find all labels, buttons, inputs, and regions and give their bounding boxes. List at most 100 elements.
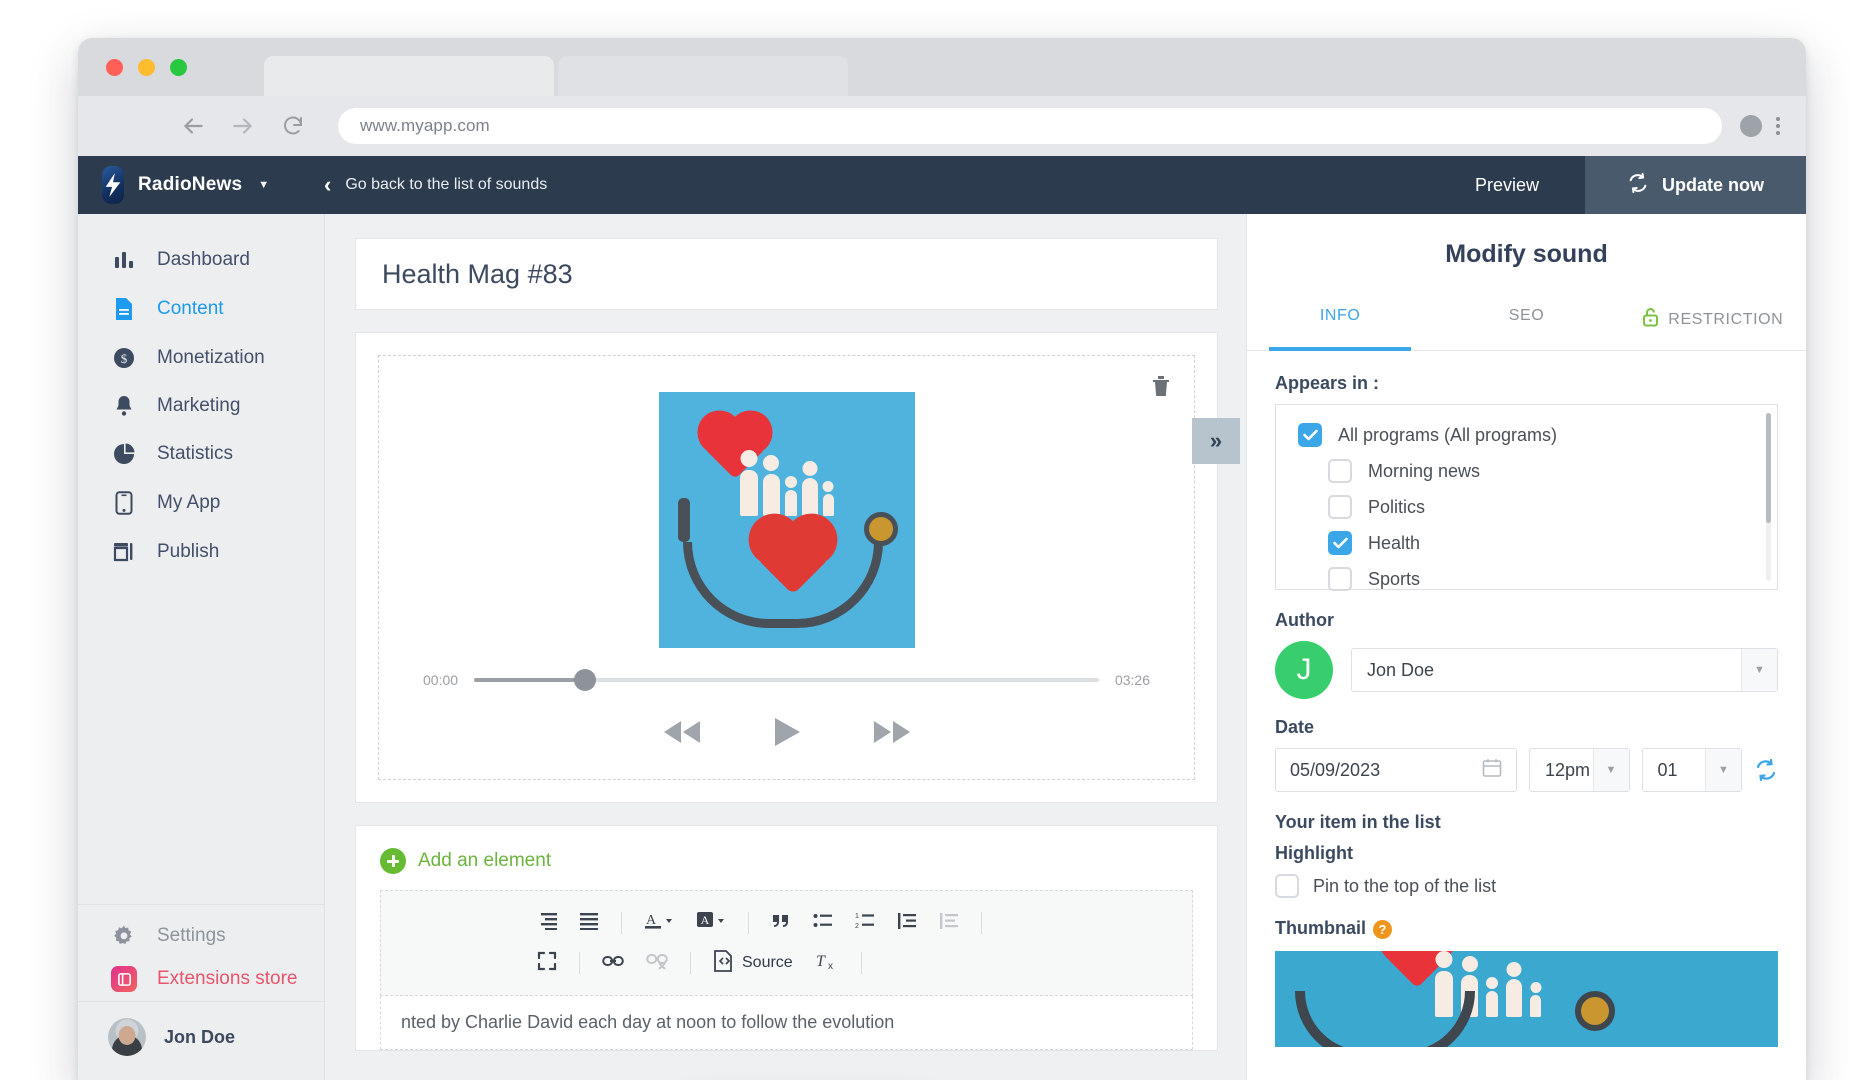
app-topbar: RadioNews ▼ ‹ Go back to the list of sou…: [78, 156, 1806, 214]
toolbar-row-1: A A: [395, 903, 1178, 943]
sidebar-item-statistics[interactable]: Statistics: [78, 430, 324, 478]
thumbnail-preview[interactable]: [1275, 951, 1778, 1047]
tab-restriction[interactable]: RESTRICTION: [1620, 291, 1806, 350]
forward-arrow-icon[interactable]: [220, 103, 266, 149]
help-icon[interactable]: ?: [1373, 920, 1392, 939]
minute-select[interactable]: 01 ▼: [1642, 748, 1743, 792]
sidebar-item-content[interactable]: Content: [78, 284, 324, 334]
sound-title-field[interactable]: Health Mag #83: [355, 238, 1218, 310]
tab-seo[interactable]: SEO: [1433, 291, 1619, 350]
program-row[interactable]: Morning news: [1276, 453, 1777, 489]
list-section-label: Your item in the list: [1275, 812, 1778, 833]
toolbar-divider: [579, 952, 580, 974]
checkbox-icon[interactable]: [1275, 874, 1299, 898]
chevron-left-icon: ‹: [324, 174, 331, 196]
add-element-label: Add an element: [418, 850, 551, 872]
sidebar-user-row[interactable]: Jon Doe: [78, 1001, 324, 1076]
sidebar-item-extensions-store[interactable]: Extensions store: [78, 957, 324, 1001]
source-button[interactable]: Source: [713, 950, 793, 977]
preview-button[interactable]: Preview: [1429, 156, 1585, 214]
back-arrow-icon[interactable]: [170, 103, 216, 149]
appears-in-label: Appears in :: [1275, 373, 1778, 394]
checkbox-checked-icon[interactable]: [1298, 423, 1322, 447]
programs-scrollbar[interactable]: [1766, 413, 1771, 581]
program-row[interactable]: All programs (All programs): [1276, 417, 1777, 453]
window-controls[interactable]: [106, 59, 187, 76]
sidebar-item-label: Dashboard: [157, 249, 250, 271]
remove-format-icon[interactable]: Tx: [815, 950, 839, 977]
align-right-icon[interactable]: [537, 912, 557, 935]
checkbox-checked-icon[interactable]: [1328, 531, 1352, 555]
maximize-window-button[interactable]: [170, 59, 187, 76]
browser-tab-active[interactable]: [264, 56, 554, 96]
svg-text:T: T: [816, 953, 826, 970]
sidebar-item-publish[interactable]: Publish: [78, 528, 324, 576]
increase-indent-icon[interactable]: [897, 912, 917, 935]
collapse-panel-button[interactable]: »: [1192, 418, 1240, 464]
svg-text:A: A: [701, 913, 710, 927]
date-input[interactable]: 05/09/2023: [1275, 748, 1517, 792]
sidebar-item-label: My App: [157, 492, 220, 514]
url-input[interactable]: www.myapp.com: [338, 108, 1722, 144]
sidebar-item-label: Extensions store: [157, 968, 297, 990]
pin-row[interactable]: Pin to the top of the list: [1275, 874, 1778, 898]
background-color-icon[interactable]: A: [696, 910, 726, 937]
rewind-icon[interactable]: [662, 719, 702, 750]
play-icon[interactable]: [772, 716, 802, 753]
checkbox-icon[interactable]: [1328, 495, 1352, 519]
duration-label: 03:26: [1115, 672, 1150, 688]
close-window-button[interactable]: [106, 59, 123, 76]
sidebar-item-monetization[interactable]: $ Monetization: [78, 334, 324, 382]
chevron-down-icon[interactable]: ▼: [258, 179, 269, 191]
text-color-icon[interactable]: A: [644, 910, 674, 937]
modify-sound-panel: Modify sound INFO SEO RESTRICTION: [1246, 214, 1806, 1080]
browser-profile-icon[interactable]: [1740, 115, 1762, 137]
sidebar-item-dashboard[interactable]: Dashboard: [78, 236, 324, 284]
program-row[interactable]: Politics: [1276, 489, 1777, 525]
sidebar-user-name: Jon Doe: [164, 1027, 235, 1048]
align-justify-icon[interactable]: [579, 912, 599, 935]
hour-select[interactable]: 12pm ▼: [1529, 748, 1630, 792]
unlock-icon: [1642, 307, 1659, 332]
update-now-button[interactable]: Update now: [1585, 156, 1806, 214]
browser-tab-inactive[interactable]: [558, 56, 848, 96]
brand-block[interactable]: RadioNews ▼: [78, 166, 268, 204]
minimize-window-button[interactable]: [138, 59, 155, 76]
audio-progress[interactable]: 00:00 03:26: [401, 672, 1172, 688]
checkbox-icon[interactable]: [1328, 567, 1352, 591]
numbered-list-icon[interactable]: 12: [855, 912, 875, 935]
chevron-down-icon[interactable]: ▼: [1741, 649, 1777, 691]
program-row[interactable]: Health: [1276, 525, 1777, 561]
calendar-icon[interactable]: [1482, 758, 1502, 783]
link-icon[interactable]: [602, 953, 624, 974]
trash-icon[interactable]: [1150, 374, 1172, 403]
program-row[interactable]: Sports: [1276, 561, 1777, 597]
programs-list: All programs (All programs) Morning news…: [1275, 404, 1778, 590]
stethoscope-bell: [1575, 991, 1615, 1031]
sidebar-item-my-app[interactable]: My App: [78, 478, 324, 528]
sidebar-item-marketing[interactable]: Marketing: [78, 382, 324, 430]
fast-forward-icon[interactable]: [872, 719, 912, 750]
storefront-icon: [111, 542, 137, 562]
bulleted-list-icon[interactable]: [813, 912, 833, 935]
sidebar-item-settings[interactable]: Settings: [78, 915, 324, 957]
extensions-store-icon: [111, 966, 137, 992]
reload-icon[interactable]: [270, 103, 316, 149]
maximize-icon[interactable]: [537, 951, 557, 976]
chevron-down-icon[interactable]: ▼: [1705, 749, 1741, 791]
author-select[interactable]: Jon Doe ▼: [1351, 648, 1778, 692]
editor-text-body[interactable]: nted by Charlie David each day at noon t…: [380, 996, 1193, 1050]
checkbox-icon[interactable]: [1328, 459, 1352, 483]
tab-info[interactable]: INFO: [1247, 291, 1433, 350]
lightning-logo-icon: [102, 166, 124, 204]
kebab-menu-icon[interactable]: [1776, 117, 1780, 135]
unlink-icon[interactable]: [646, 952, 668, 975]
blockquote-icon[interactable]: [771, 912, 791, 935]
audio-seek-slider[interactable]: [474, 678, 1099, 682]
decrease-indent-icon[interactable]: [939, 912, 959, 935]
add-element-button[interactable]: Add an element: [356, 826, 1217, 890]
refresh-icon[interactable]: [1754, 758, 1778, 782]
smartphone-icon: [111, 491, 137, 515]
chevron-down-icon[interactable]: ▼: [1593, 749, 1629, 791]
go-back-link[interactable]: ‹ Go back to the list of sounds: [324, 174, 547, 196]
